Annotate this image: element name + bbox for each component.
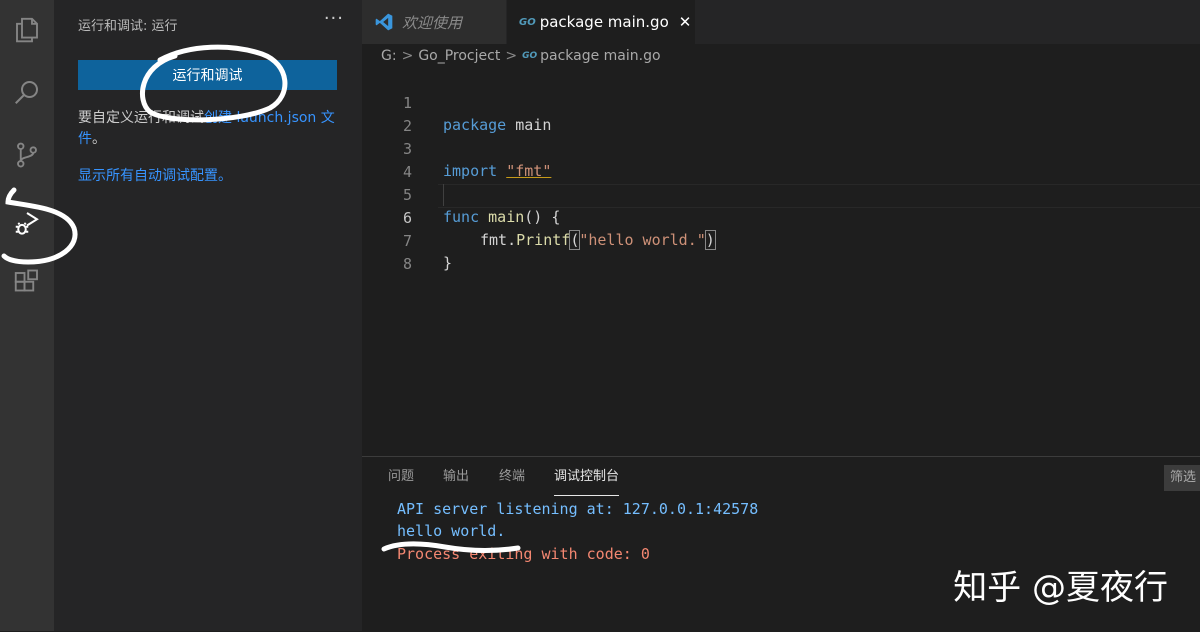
code-line: 1 package main (362, 70, 551, 134)
extensions-icon[interactable] (7, 263, 47, 303)
zhihu-watermark: 知乎 @夏夜行 (953, 568, 1168, 608)
editor-tabs: 欢迎使用 GO package main.go ✕ (362, 0, 1200, 44)
indent-guide (443, 184, 444, 206)
line-number: 8 (402, 255, 412, 273)
breadcrumb: G: > Go_Procject > GO package main.go (381, 48, 661, 64)
customize-hint-text: 要自定义运行和调试 (78, 110, 204, 126)
function-name: main (488, 208, 525, 226)
more-actions-icon[interactable]: ··· (324, 8, 344, 29)
activity-bar (0, 0, 54, 631)
tab-label: package main.go (539, 13, 669, 31)
code-line: 7 } (362, 208, 452, 272)
chevron-right-icon: > (505, 48, 518, 64)
vscode-logo-icon (374, 12, 394, 32)
breadcrumb-drive[interactable]: G: (381, 48, 397, 64)
code-editor[interactable]: 1 package main 2 3 import "fmt" 4 5 func… (362, 70, 1200, 455)
search-icon[interactable] (7, 72, 47, 112)
string-literal: "hello world." (579, 231, 706, 249)
run-and-debug-button[interactable]: 运行和调试 (78, 60, 337, 90)
tab-package-main-go[interactable]: GO package main.go ✕ (507, 0, 695, 44)
files-icon[interactable] (7, 10, 47, 50)
chevron-right-icon: > (401, 48, 414, 64)
go-file-icon: GO (519, 16, 536, 28)
code-line: 3 import "fmt" (362, 116, 551, 180)
tab-welcome[interactable]: 欢迎使用 (362, 0, 506, 44)
show-all-debug-configs-link[interactable]: 显示所有自动调试配置。 (78, 166, 232, 187)
run-debug-icon[interactable] (7, 203, 47, 243)
tab-output[interactable]: 输出 (443, 457, 469, 493)
code-line: 4 (362, 139, 412, 181)
close-icon[interactable]: ✕ (679, 13, 692, 31)
keyword: import (443, 162, 498, 180)
sidebar-title: 运行和调试: 运行 (78, 19, 178, 34)
console-line: Process exiting with code: 0 (397, 545, 650, 563)
tab-problems[interactable]: 问题 (388, 457, 414, 493)
source-control-icon[interactable] (7, 135, 47, 175)
string-literal: "fmt" (506, 162, 552, 180)
package-ref: fmt. (480, 231, 517, 249)
go-file-icon: GO (522, 51, 538, 61)
identifier: main (515, 116, 552, 134)
customize-hint: 要自定义运行和调试创建 launch.json 文件。 (78, 108, 346, 150)
code-line: 2 (362, 93, 412, 135)
code-punctuation: () { (524, 208, 561, 226)
keyword: func (443, 208, 480, 226)
console-line: API server listening at: 127.0.0.1:42578 (397, 500, 759, 518)
customize-hint-end: 。 (92, 131, 106, 147)
tab-debug-console[interactable]: 调试控制台 (554, 457, 620, 496)
code-punctuation: } (443, 254, 453, 272)
code-line: 5 func main() { (362, 162, 560, 226)
tab-label: 欢迎使用 (402, 13, 463, 32)
console-line: hello world. (397, 522, 506, 540)
filter-input[interactable]: 筛选 (1164, 465, 1200, 491)
tab-terminal[interactable]: 终端 (499, 457, 525, 493)
breadcrumb-folder[interactable]: Go_Procject (418, 48, 500, 64)
code-line: 6 fmt.Printf("hello world.") (362, 185, 716, 250)
current-line-highlight (438, 184, 1200, 208)
bracket: ( (569, 230, 581, 250)
function-name: Printf (516, 231, 571, 249)
keyword: package (443, 116, 507, 134)
breadcrumb-file[interactable]: package main.go (540, 48, 660, 64)
code-line: 8 (362, 231, 412, 273)
run-debug-sidebar: 运行和调试: 运行 ··· 运行和调试 要自定义运行和调试创建 launch.j… (54, 0, 362, 631)
bracket: ) (704, 230, 716, 250)
